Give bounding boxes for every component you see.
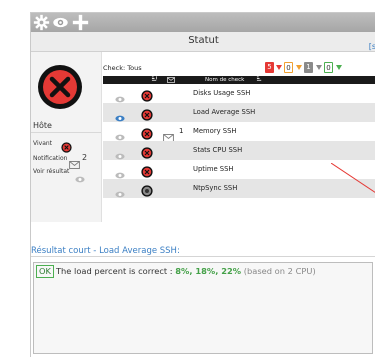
unknown-icon [141, 182, 153, 201]
unknown-count-badge[interactable]: 1 [304, 62, 313, 73]
result-values: 8%, 18%, 22% [175, 266, 242, 276]
eye-icon[interactable] [75, 168, 85, 187]
result-suffix: (based on 2 CPU) [243, 266, 316, 276]
host-alive-label: Vivant [33, 140, 53, 147]
plus-icon[interactable] [72, 14, 89, 31]
critical-count-badge[interactable]: 5 [265, 62, 274, 73]
table-row[interactable]: Load Average SSH [103, 103, 375, 122]
toolbar [31, 13, 375, 32]
host-notification-label: Notification [33, 155, 68, 162]
panel-header: Statut [31, 32, 375, 52]
check-name[interactable]: Load Average SSH [193, 108, 255, 116]
check-filter-label[interactable]: Check: Tous [103, 64, 142, 72]
ok-filter-icon[interactable] [336, 65, 342, 70]
check-name[interactable]: Uptime SSH [193, 165, 234, 173]
short-result-title: Résultat court - Load Average SSH: [31, 246, 180, 256]
warning-count-badge[interactable]: 0 [284, 62, 293, 73]
check-name[interactable]: Memory SSH [193, 127, 237, 135]
check-name[interactable]: Stats CPU SSH [193, 146, 242, 154]
host-notification-count: 2 [82, 153, 88, 162]
result-divider [31, 256, 375, 257]
panel-right-link[interactable]: [s [369, 42, 375, 51]
host-summary: Hôte Vivant Notification 2 Voir résultat [31, 52, 102, 222]
warning-filter-icon[interactable] [296, 65, 302, 70]
eye-icon[interactable] [115, 183, 125, 202]
panel-title: Statut [188, 35, 219, 46]
statut-window: Statut [s Hôte Vivant Notification 2 Voi… [30, 12, 375, 357]
notification-count: 1 [179, 127, 184, 135]
host-divider [31, 132, 101, 133]
result-text: The load percent is correct : [55, 266, 173, 276]
check-name[interactable]: Disks Usage SSH [193, 89, 250, 97]
ok-count-badge[interactable]: 0 [324, 62, 333, 73]
eye-icon[interactable] [52, 14, 69, 31]
host-critical-status-icon [37, 64, 83, 110]
unknown-filter-icon[interactable] [316, 65, 322, 70]
checks-table-header: Nom de check [103, 76, 375, 84]
host-label: Hôte [33, 121, 52, 130]
host-view-result-label: Voir résultat [33, 168, 70, 175]
table-row[interactable]: 1 Memory SSH [103, 122, 375, 142]
check-name[interactable]: NtpSync SSH [193, 184, 237, 192]
critical-filter-icon[interactable] [276, 65, 282, 70]
annotation-line [330, 162, 375, 207]
table-row[interactable]: Disks Usage SSH [103, 84, 375, 103]
table-row[interactable]: Stats CPU SSH [103, 141, 375, 160]
short-result-box: OK The load percent is correct : 8%, 18%,… [33, 262, 373, 354]
check-name-column-header[interactable]: Nom de check [205, 76, 244, 84]
gear-icon[interactable] [33, 14, 50, 31]
ok-status-badge: OK [36, 265, 54, 278]
